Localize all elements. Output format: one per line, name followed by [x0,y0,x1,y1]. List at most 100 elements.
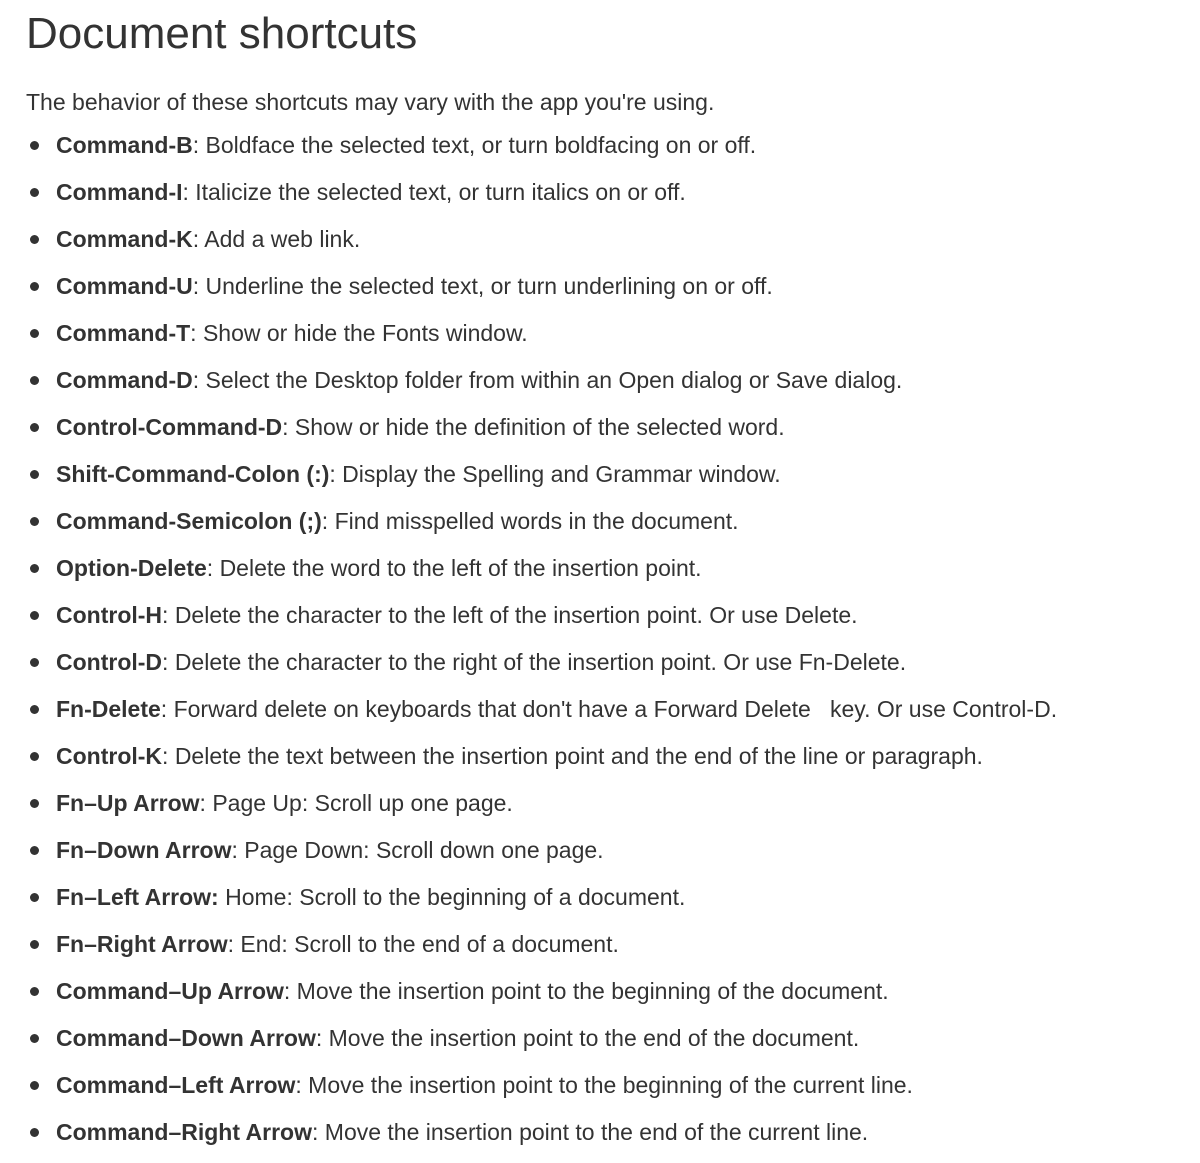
shortcut-keys: Command-K [56,226,193,252]
shortcut-keys: Command-D [56,367,193,393]
shortcut-description: Display the Spelling and Grammar window. [342,461,781,487]
shortcut-separator: : [321,508,335,534]
shortcut-separator: : [192,273,206,299]
shortcut-item: Fn-Delete: Forward delete on keyboards t… [26,693,1200,740]
shortcut-keys: Command–Down Arrow [56,1025,316,1051]
shortcut-description: Add a web link. [204,226,361,252]
shortcut-item: Command-T: Show or hide the Fonts window… [26,317,1200,364]
bullet-icon [30,470,39,479]
shortcut-keys: Command–Left Arrow [56,1072,296,1098]
shortcut-item: Command-K: Add a web link. [26,223,1200,270]
shortcut-keys: Fn–Right Arrow [56,931,228,957]
bullet-icon [30,705,39,714]
shortcut-separator: : [312,1119,325,1145]
shortcut-separator: : [190,320,203,346]
shortcut-separator: : [162,649,175,675]
shortcut-keys: Command–Up Arrow [56,978,284,1004]
shortcut-description: Select the Desktop folder from within an… [205,367,903,393]
shortcut-item: Command-B: Boldface the selected text, o… [26,129,1200,176]
shortcut-separator: : [329,461,343,487]
bullet-icon [30,1081,39,1090]
shortcut-description: Delete the character to the left of the … [174,602,858,628]
bullet-icon [30,1034,39,1043]
shortcut-item: Command-U: Underline the selected text, … [26,270,1200,317]
shortcut-item: Control-D: Delete the character to the r… [26,646,1200,693]
shortcut-separator: : [192,367,206,393]
bullet-icon [30,752,39,761]
shortcut-item: Command-I: Italicize the selected text, … [26,176,1200,223]
shortcut-item: Fn–Up Arrow: Page Up: Scroll up one page… [26,787,1200,834]
shortcut-separator: : [227,931,241,957]
shortcut-keys: Command-U [56,273,193,299]
shortcut-keys: Fn-Delete [56,696,161,722]
bullet-icon [30,564,39,573]
shortcut-item: Command-Semicolon (;): Find misspelled w… [26,505,1200,552]
bullet-icon [30,940,39,949]
bullet-icon [30,517,39,526]
document-page: Document shortcuts The behavior of these… [0,0,1200,1152]
shortcut-keys: Control-D [56,649,163,675]
bullet-icon [30,1128,39,1137]
bullet-icon [30,188,39,197]
shortcut-separator: : [231,837,245,863]
shortcut-item: Command–Down Arrow: Move the insertion p… [26,1022,1200,1069]
shortcut-separator: : [295,1072,309,1098]
shortcut-description: Move the insertion point to the beginnin… [296,978,889,1004]
shortcut-description: Move the insertion point to the end of t… [328,1025,860,1051]
shortcut-description: Page Down: Scroll down one page. [244,837,604,863]
shortcut-description: Delete the character to the right of the… [174,649,907,675]
shortcut-keys: Shift-Command-Colon (:) [56,461,330,487]
shortcut-separator: : [182,179,196,205]
shortcut-description: Show or hide the Fonts window. [202,320,528,346]
shortcut-item: Fn–Down Arrow: Page Down: Scroll down on… [26,834,1200,881]
shortcut-item: Command–Up Arrow: Move the insertion poi… [26,975,1200,1022]
shortcut-item: Command–Right Arrow: Move the insertion … [26,1116,1200,1163]
shortcut-description: End: Scroll to the end of a document. [240,931,619,957]
page-title: Document shortcuts [26,9,418,58]
bullet-icon [30,141,39,150]
bullet-icon [30,423,39,432]
shortcut-keys: Control-Command-D [56,414,283,440]
shortcut-description: Forward delete on keyboards that don't h… [173,696,1058,722]
shortcut-separator: : [192,226,205,252]
shortcut-item: Control-Command-D: Show or hide the defi… [26,411,1200,458]
shortcut-item: Command-D: Select the Desktop folder fro… [26,364,1200,411]
shortcut-item: Shift-Command-Colon (:): Display the Spe… [26,458,1200,505]
shortcut-separator: : [160,696,174,722]
shortcut-separator: : [282,414,295,440]
shortcut-description: Page Up: Scroll up one page. [212,790,513,816]
shortcut-separator: : [199,790,213,816]
shortcut-keys: Option-Delete [56,555,207,581]
shortcut-item: Control-H: Delete the character to the l… [26,599,1200,646]
shortcut-item: Fn–Left Arrow: Home: Scroll to the begin… [26,881,1200,928]
shortcut-keys: Fn–Left Arrow: [56,884,219,910]
shortcut-separator: : [315,1025,329,1051]
shortcut-item: Option-Delete: Delete the word to the le… [26,552,1200,599]
shortcut-keys: Command-I [56,179,183,205]
shortcut-keys: Fn–Up Arrow [56,790,200,816]
intro-text: The behavior of these shortcuts may vary… [26,89,715,115]
shortcut-keys: Command-T [56,320,191,346]
shortcut-description: Move the insertion point to the beginnin… [308,1072,913,1098]
shortcut-list: Command-B: Boldface the selected text, o… [26,129,1200,1163]
shortcut-description: Delete the text between the insertion po… [174,743,983,769]
shortcut-separator: : [162,743,175,769]
shortcut-description: Show or hide the definition of the selec… [294,414,785,440]
bullet-icon [30,893,39,902]
shortcut-description: Italicize the selected text, or turn ita… [195,179,686,205]
shortcut-description: Underline the selected text, or turn und… [205,273,773,299]
shortcut-description: Move the insertion point to the end of t… [324,1119,869,1145]
shortcut-description: Boldface the selected text, or turn bold… [205,132,757,158]
shortcut-keys: Control-H [56,602,163,628]
shortcut-description: Delete the word to the left of the inser… [219,555,702,581]
shortcut-keys: Command-B [56,132,193,158]
shortcut-description: Find misspelled words in the document. [334,508,739,534]
shortcut-keys: Command–Right Arrow [56,1119,312,1145]
shortcut-separator: : [192,132,206,158]
bullet-icon [30,799,39,808]
shortcut-keys: Fn–Down Arrow [56,837,232,863]
shortcut-description: Home: Scroll to the beginning of a docum… [225,884,686,910]
shortcut-keys: Command-Semicolon (;) [56,508,322,534]
shortcut-item: Control-K: Delete the text between the i… [26,740,1200,787]
bullet-icon [30,846,39,855]
